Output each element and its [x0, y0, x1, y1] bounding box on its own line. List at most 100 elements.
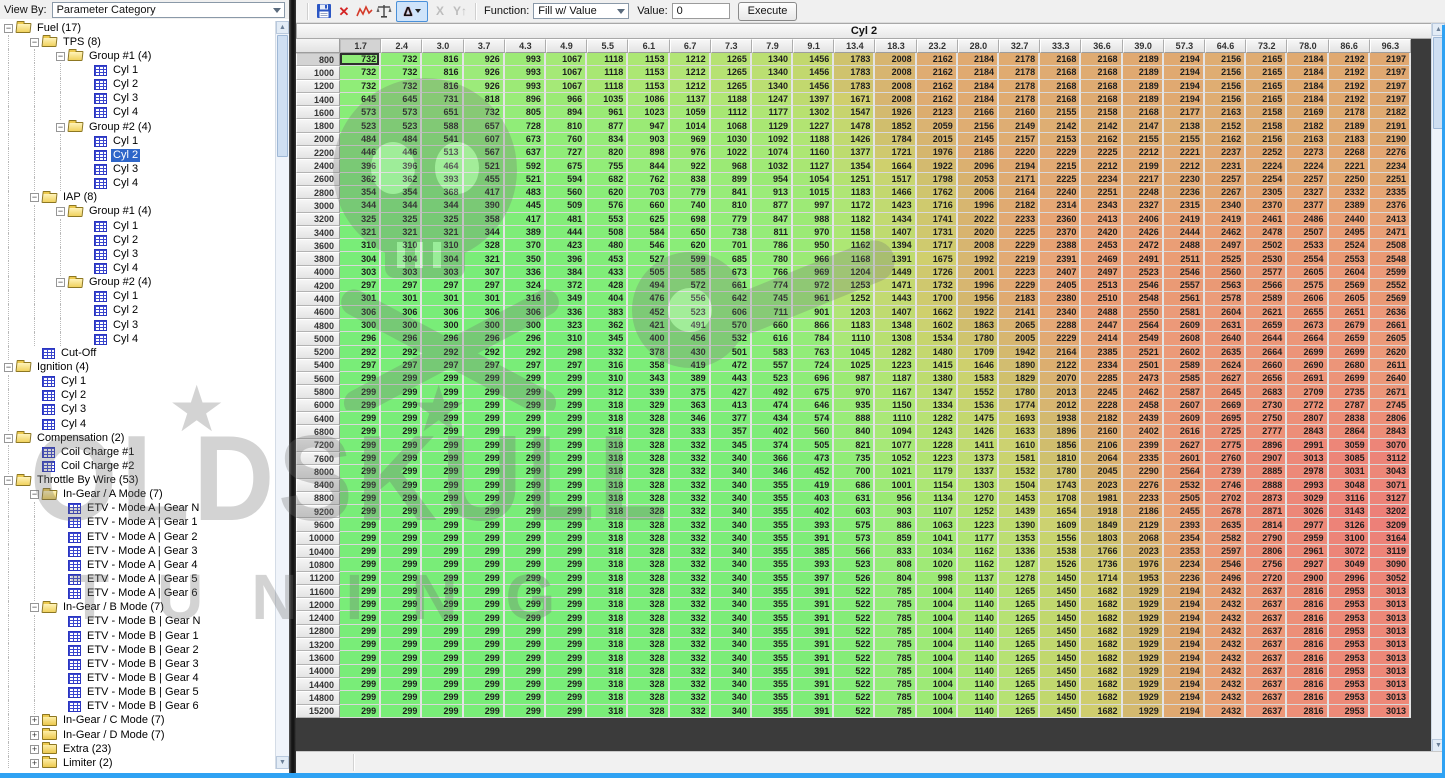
map-cell[interactable]: 2224 [1287, 159, 1328, 172]
map-cell[interactable]: 2123 [917, 106, 958, 119]
tree-item[interactable]: Cyl 3 [0, 247, 276, 261]
map-cell[interactable]: 2059 [917, 119, 958, 132]
tree-item[interactable]: ETV - Mode B | Gear 2 [0, 643, 276, 657]
map-cell[interactable]: 2197 [1370, 80, 1411, 93]
map-cell[interactable]: 3013 [1370, 625, 1411, 638]
map-cell[interactable]: 310 [381, 239, 422, 252]
map-cell[interactable]: 2217 [1123, 173, 1164, 186]
map-cell[interactable]: 2182 [1370, 106, 1411, 119]
map-cell[interactable]: 2248 [1123, 186, 1164, 199]
map-cell[interactable]: 403 [793, 492, 834, 505]
map-cell[interactable]: 2234 [1164, 558, 1205, 571]
map-cell[interactable]: 297 [422, 359, 463, 372]
map-cell[interactable]: 913 [752, 186, 793, 199]
map-cell[interactable]: 1004 [917, 625, 958, 638]
map-cell[interactable]: 1918 [1081, 505, 1122, 518]
map-cell[interactable]: 1682 [1081, 611, 1122, 624]
map-cell[interactable]: 301 [340, 292, 381, 305]
map-cell[interactable]: 2008 [875, 93, 916, 106]
map-cell[interactable]: 2194 [1164, 678, 1205, 691]
map-cell[interactable]: 1063 [917, 518, 958, 531]
map-cell[interactable]: 1092 [752, 133, 793, 146]
map-cell[interactable]: 297 [340, 359, 381, 372]
map-cell[interactable]: 396 [340, 159, 381, 172]
map-cell[interactable]: 419 [670, 359, 711, 372]
map-cell[interactable]: 2620 [1370, 346, 1411, 359]
map-cell[interactable]: 1456 [793, 66, 834, 79]
map-cell[interactable]: 2245 [1081, 385, 1122, 398]
map-cell[interactable]: 816 [422, 80, 463, 93]
map-cell[interactable]: 299 [422, 625, 463, 638]
map-cell[interactable]: 445 [505, 199, 546, 212]
map-cell[interactable]: 2156 [958, 119, 999, 132]
map-cell[interactable]: 1926 [875, 106, 916, 119]
tree-item-label[interactable]: ETV - Mode A | Gear 1 [85, 516, 199, 529]
map-cell[interactable]: 2709 [1287, 385, 1328, 398]
tree-item[interactable]: ETV - Mode A | Gear 1 [0, 516, 276, 530]
map-cell[interactable]: 2564 [1123, 319, 1164, 332]
map-cell[interactable]: 2497 [1081, 266, 1122, 279]
row-header[interactable]: 11600 [296, 585, 340, 598]
row-header[interactable]: 13600 [296, 651, 340, 664]
map-cell[interactable]: 299 [381, 452, 422, 465]
tree-item[interactable]: −Ignition (4) [0, 360, 276, 374]
map-cell[interactable]: 345 [711, 439, 752, 452]
map-cell[interactable]: 2637 [1246, 598, 1287, 611]
collapse-icon[interactable]: − [30, 38, 39, 47]
map-cell[interactable]: 2750 [1246, 412, 1287, 425]
map-cell[interactable]: 332 [670, 558, 711, 571]
map-cell[interactable]: 523 [381, 119, 422, 132]
map-cell[interactable]: 2225 [1040, 173, 1081, 186]
map-cell[interactable]: 2290 [1123, 465, 1164, 478]
tree-item[interactable]: Cyl 3 [0, 92, 276, 106]
map-cell[interactable]: 484 [381, 133, 422, 146]
map-cell[interactable]: 522 [834, 638, 875, 651]
map-cell[interactable]: 2959 [1287, 532, 1328, 545]
map-cell[interactable]: 2651 [1329, 306, 1370, 319]
map-cell[interactable]: 1183 [834, 319, 875, 332]
map-cell[interactable]: 2168 [1081, 66, 1122, 79]
map-cell[interactable]: 328 [628, 598, 669, 611]
map-cell[interactable]: 2224 [1246, 159, 1287, 172]
map-cell[interactable]: 675 [793, 385, 834, 398]
map-cell[interactable]: 1450 [1040, 638, 1081, 651]
tree-item-label[interactable]: Cyl 4 [111, 177, 140, 190]
map-cell[interactable]: 332 [670, 665, 711, 678]
map-cell[interactable]: 2807 [1287, 412, 1328, 425]
map-cell[interactable]: 1129 [752, 119, 793, 132]
map-cell[interactable]: 2472 [1123, 239, 1164, 252]
map-cell[interactable]: 299 [464, 492, 505, 505]
tree-item-label[interactable]: ETV - Mode A | Gear 3 [85, 545, 199, 558]
tree-item[interactable]: −Group #2 (4) [0, 276, 276, 290]
column-header[interactable]: 4.3 [505, 39, 546, 53]
map-cell[interactable]: 1741 [917, 213, 958, 226]
map-cell[interactable]: 2068 [1123, 532, 1164, 545]
map-cell[interactable]: 2162 [1205, 133, 1246, 146]
map-cell[interactable]: 901 [793, 306, 834, 319]
map-cell[interactable]: 1167 [875, 385, 916, 398]
tree-item-label[interactable]: ETV - Mode A | Gear 4 [85, 559, 199, 572]
map-cell[interactable]: 325 [422, 213, 463, 226]
row-header[interactable]: 12800 [296, 625, 340, 638]
map-cell[interactable]: 299 [422, 412, 463, 425]
map-cell[interactable]: 2229 [999, 279, 1040, 292]
map-cell[interactable]: 2194 [1164, 691, 1205, 704]
map-cell[interactable]: 1646 [958, 359, 999, 372]
map-cell[interactable]: 299 [505, 425, 546, 438]
map-cell[interactable]: 2546 [1164, 266, 1205, 279]
map-cell[interactable]: 997 [793, 199, 834, 212]
map-cell[interactable]: 1426 [834, 133, 875, 146]
map-cell[interactable]: 2885 [1246, 465, 1287, 478]
map-cell[interactable]: 299 [546, 465, 587, 478]
row-header[interactable]: 1000 [296, 66, 340, 79]
map-cell[interactable]: 859 [875, 532, 916, 545]
map-cell[interactable]: 2816 [1287, 585, 1328, 598]
map-cell[interactable]: 2165 [1246, 66, 1287, 79]
map-cell[interactable]: 340 [711, 465, 752, 478]
map-cell[interactable]: 391 [793, 598, 834, 611]
map-cell[interactable]: 1265 [999, 691, 1040, 704]
map-cell[interactable]: 1426 [958, 425, 999, 438]
map-cell[interactable]: 1929 [1123, 651, 1164, 664]
map-cell[interactable]: 2637 [1246, 611, 1287, 624]
map-cell[interactable]: 3013 [1370, 651, 1411, 664]
